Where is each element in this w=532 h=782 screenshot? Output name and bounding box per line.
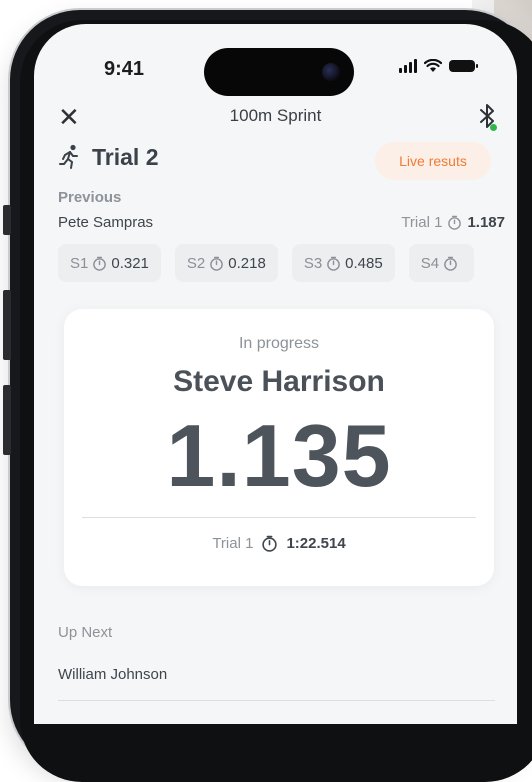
split-chip[interactable]: S4 bbox=[408, 244, 475, 282]
camera-icon bbox=[322, 63, 340, 81]
live-results-button[interactable]: Live resuts bbox=[375, 142, 491, 180]
status-time: 9:41 bbox=[104, 58, 145, 80]
current-athlete: Steve Harrison bbox=[173, 365, 385, 398]
battery-icon bbox=[449, 60, 478, 72]
stopwatch-icon bbox=[262, 535, 278, 552]
split-chip[interactable]: S1 0.321 bbox=[58, 244, 161, 282]
dynamic-island bbox=[204, 48, 354, 96]
current-trial-value: 1:22.514 bbox=[286, 535, 346, 552]
connected-status-dot bbox=[490, 124, 497, 131]
split-chip[interactable]: S2 0.218 bbox=[174, 244, 278, 282]
stopwatch-icon bbox=[327, 256, 340, 271]
previous-athlete: Pete Sampras bbox=[58, 214, 154, 231]
stopwatch-icon bbox=[93, 256, 107, 271]
previous-trial-time: Trial 1 1.187 bbox=[401, 214, 505, 231]
split-label: S1 bbox=[70, 254, 89, 272]
split-label: S3 bbox=[303, 254, 323, 272]
split-value: 0.485 bbox=[345, 254, 383, 272]
up-next-athlete[interactable]: William Johnson bbox=[58, 666, 167, 683]
previous-trial-label: Trial 1 bbox=[401, 214, 443, 231]
divider bbox=[82, 517, 476, 518]
divider bbox=[58, 700, 495, 701]
split-value: 0.218 bbox=[228, 254, 266, 272]
volume-down-button bbox=[3, 385, 11, 455]
live-timer: 1.135 bbox=[166, 406, 392, 505]
stopwatch-icon bbox=[444, 256, 457, 271]
current-trial-label: Trial 1 bbox=[212, 535, 254, 552]
page-title: 100m Sprint bbox=[229, 106, 322, 125]
attempt-status: In progress bbox=[238, 335, 320, 352]
split-chip[interactable]: S3 0.485 bbox=[291, 244, 395, 282]
volume-up-button bbox=[3, 290, 11, 360]
runner-icon bbox=[59, 144, 78, 169]
current-trial-time: Trial 1 1:22.514 bbox=[64, 535, 494, 552]
up-next-label: Up Next bbox=[58, 624, 113, 641]
stopwatch-icon bbox=[448, 215, 462, 230]
signal-icon bbox=[399, 59, 417, 73]
splits-list: S1 0.321 S2 0.218 S3 0.485 S4 bbox=[58, 244, 475, 282]
wifi-icon bbox=[424, 59, 442, 72]
split-label: S4 bbox=[420, 254, 440, 272]
mute-switch bbox=[3, 205, 11, 235]
split-label: S2 bbox=[186, 254, 206, 272]
current-attempt-card: In progress Steve Harrison 1.135 Trial 1… bbox=[64, 309, 494, 586]
split-value: 0.321 bbox=[111, 254, 149, 272]
stopwatch-icon bbox=[210, 256, 224, 271]
previous-trial-value: 1.187 bbox=[467, 214, 505, 231]
status-icons bbox=[399, 59, 478, 73]
trial-title: Trial 2 bbox=[92, 144, 159, 170]
previous-label: Previous bbox=[58, 189, 122, 206]
app-screen: 9:41 ✕ 100m Sprint Trial 2 Live resuts P… bbox=[34, 24, 517, 724]
